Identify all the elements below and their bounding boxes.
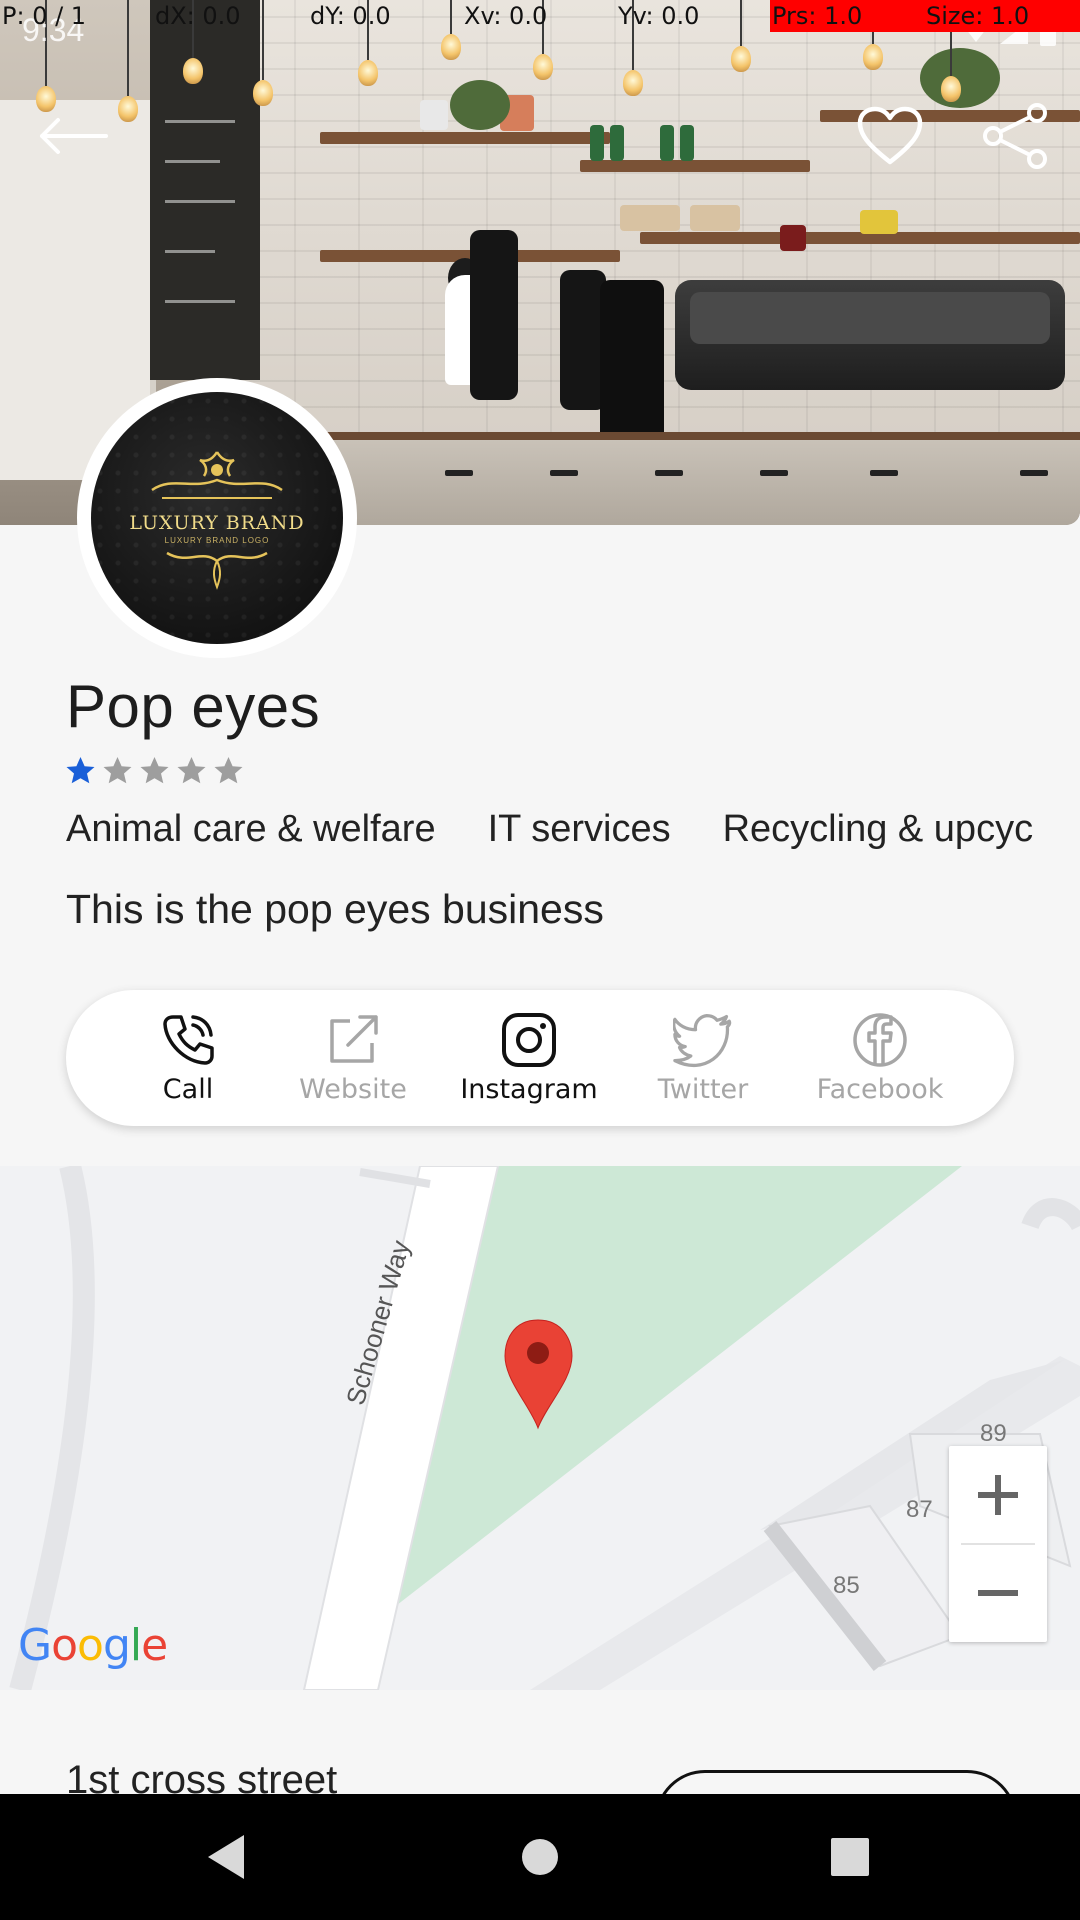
- map-canvas: [0, 1166, 1080, 1690]
- instagram-label: Instagram: [460, 1074, 598, 1105]
- circle-home-icon: [522, 1839, 558, 1875]
- instagram-icon: [502, 1013, 556, 1067]
- minus-icon: [978, 1590, 1018, 1596]
- external-link-icon: [330, 1015, 378, 1063]
- google-logo-letter: o: [51, 1620, 78, 1671]
- nav-home-button[interactable]: [480, 1794, 600, 1920]
- google-logo-letter: o: [77, 1620, 104, 1671]
- share-button[interactable]: [976, 96, 1056, 176]
- debug-size: Size: 1.0: [926, 2, 1030, 30]
- brand-sub-text: LUXURY BRAND LOGO: [164, 535, 270, 545]
- triangle-back-icon: [208, 1835, 244, 1879]
- debug-dy: dY: 0.0: [310, 2, 391, 30]
- twitter-label: Twitter: [657, 1074, 749, 1105]
- google-logo-letter: g: [102, 1620, 131, 1671]
- facebook-icon: [853, 1013, 907, 1067]
- brand-name-text: LUXURY BRAND: [129, 511, 305, 534]
- map-zoom-controls: + −: [949, 1446, 1047, 1642]
- nav-recents-button[interactable]: [790, 1794, 910, 1920]
- google-logo-letter: G: [18, 1620, 52, 1671]
- house-number: 85: [833, 1572, 860, 1599]
- rating-stars: [66, 756, 243, 785]
- debug-yv: Yv: 0.0: [618, 2, 700, 30]
- facebook-button[interactable]: Facebook: [792, 990, 968, 1126]
- instagram-button[interactable]: Instagram: [441, 990, 617, 1126]
- call-label: Call: [162, 1074, 214, 1105]
- system-navigation-bar: [0, 1794, 1080, 1920]
- back-button[interactable]: [32, 96, 112, 176]
- ornament-crown-icon: [151, 450, 283, 499]
- pointer-debug-overlay: P: 0 / 1 dX: 0.0 dY: 0.0 Xv: 0.0 Yv: 0.0…: [0, 0, 1080, 32]
- debug-xv: Xv: 0.0: [464, 2, 548, 30]
- website-button[interactable]: Website: [273, 990, 433, 1126]
- google-logo-letter: e: [141, 1620, 168, 1671]
- phone-icon: [163, 1015, 214, 1065]
- business-logo-avatar: LUXURY BRAND LUXURY BRAND LOGO: [91, 392, 343, 644]
- house-number: 89: [980, 1420, 1007, 1447]
- star-empty-icon: [103, 757, 132, 784]
- debug-pressure: Prs: 1.0: [772, 2, 863, 30]
- zoom-in-button[interactable]: [949, 1446, 1047, 1544]
- call-button[interactable]: Call: [108, 990, 268, 1126]
- category-chip[interactable]: IT services: [488, 808, 671, 851]
- category-chip[interactable]: Recycling & upcyc: [723, 808, 1033, 851]
- business-description: This is the pop eyes business: [66, 886, 604, 932]
- location-map[interactable]: [0, 1166, 1080, 1690]
- debug-pointer-count: P: 0 / 1: [2, 2, 87, 30]
- house-number: 87: [906, 1496, 933, 1523]
- square-recents-icon: [831, 1838, 869, 1876]
- star-empty-icon: [177, 757, 206, 784]
- plus-icon: [978, 1475, 1018, 1515]
- ornament-flourish-icon: [166, 551, 268, 590]
- google-attribution-logo: Google: [18, 1620, 168, 1671]
- facebook-label: Facebook: [816, 1074, 944, 1105]
- star-empty-icon: [214, 757, 243, 784]
- arrow-left-icon: [40, 118, 108, 154]
- category-chip[interactable]: Animal care & welfare: [66, 808, 436, 851]
- favorite-button[interactable]: [850, 96, 930, 176]
- star-filled-icon: [66, 757, 95, 784]
- business-name: Pop eyes: [66, 673, 321, 740]
- website-label: Website: [299, 1074, 407, 1105]
- twitter-button[interactable]: Twitter: [623, 990, 783, 1126]
- twitter-icon: [673, 1013, 732, 1068]
- zoom-out-button[interactable]: [949, 1544, 1047, 1642]
- category-list: Animal care & welfare IT services Recycl…: [66, 808, 1033, 851]
- google-logo-letter: l: [129, 1620, 142, 1671]
- share-icon: [983, 103, 1047, 169]
- contact-actions-bar: Call Website Instagram Twitter Facebook: [66, 990, 1014, 1126]
- nav-back-button[interactable]: [166, 1794, 286, 1920]
- debug-dx: dX: 0.0: [155, 2, 241, 30]
- star-empty-icon: [140, 757, 169, 784]
- heart-outline-icon: [857, 106, 923, 165]
